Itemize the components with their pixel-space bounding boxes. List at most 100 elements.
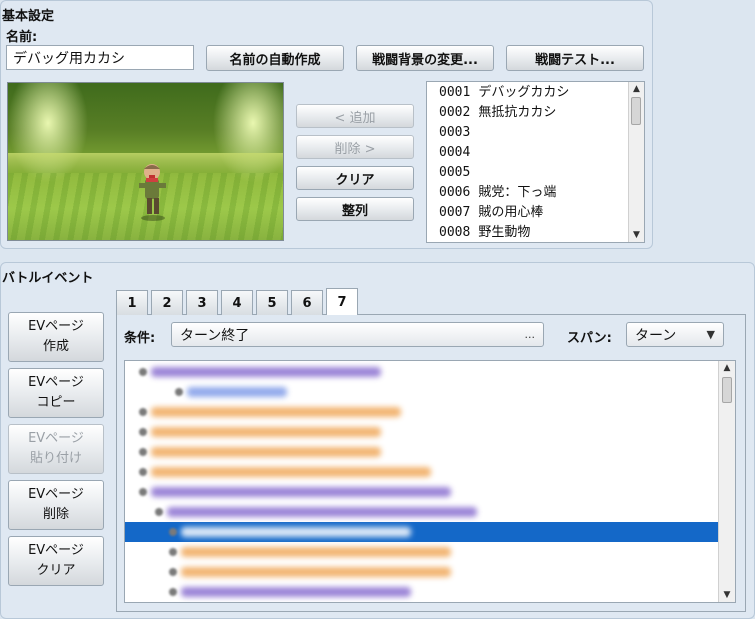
event-command-row[interactable] <box>125 442 721 462</box>
scroll-down-icon[interactable]: ▼ <box>629 228 644 242</box>
troop-id: 0006 <box>439 185 471 200</box>
obscured-command-text <box>181 527 411 537</box>
command-bullet-icon <box>139 448 147 456</box>
scroll-thumb[interactable] <box>722 377 732 403</box>
command-bullet-icon <box>139 468 147 476</box>
command-bullet-icon <box>169 588 177 596</box>
troop-list-item[interactable]: 0006 賊党：下っ端 <box>427 183 629 203</box>
obscured-command-text <box>151 407 401 417</box>
name-label: 名前: <box>6 30 38 45</box>
event-command-row[interactable] <box>125 562 721 582</box>
command-bullet-icon <box>169 528 177 536</box>
chevron-down-icon: ▼ <box>706 328 715 341</box>
button-label: 作成 <box>42 339 69 354</box>
troop-list-item[interactable]: 0008 野生動物 <box>427 223 629 242</box>
troop-name: 賊の用心棒 <box>478 205 544 220</box>
obscured-command-text <box>151 427 381 437</box>
button-label: クリア <box>36 563 76 578</box>
scroll-down-icon[interactable]: ▼ <box>719 588 735 602</box>
event-list-scrollbar[interactable]: ▲ ▼ <box>718 361 735 602</box>
tab-page-2[interactable]: 2 <box>151 290 183 315</box>
remove-member-button[interactable]: 削除 > <box>296 135 414 159</box>
command-bullet-icon <box>139 428 147 436</box>
ev-page-copy-button[interactable]: EVページ コピー <box>8 368 104 418</box>
button-label: EVページ <box>28 487 84 502</box>
add-member-button[interactable]: < 追加 <box>296 104 414 128</box>
command-bullet-icon <box>139 488 147 496</box>
event-command-row[interactable] <box>125 582 721 602</box>
tab-page-4[interactable]: 4 <box>221 290 253 315</box>
button-label: 貼り付け <box>29 451 82 466</box>
troop-list-item[interactable]: 0001 デバッグカカシ <box>427 83 629 103</box>
troop-list[interactable]: 0001 デバッグカカシ 0002 無抵抗カカシ 0003 0004 0005 00… <box>426 81 645 243</box>
troop-name: 賊党：下っ端 <box>478 185 557 200</box>
tab-page-3[interactable]: 3 <box>186 290 218 315</box>
button-label: EVページ <box>28 319 84 334</box>
troop-id: 0008 <box>439 225 471 240</box>
event-command-row[interactable] <box>125 542 721 562</box>
battle-event-title: バトルイベント <box>2 271 94 286</box>
ev-page-clear-button[interactable]: EVページ クリア <box>8 536 104 586</box>
event-command-row[interactable] <box>125 482 721 502</box>
condition-label: 条件: <box>124 331 156 346</box>
troop-preview-canvas[interactable] <box>7 82 284 241</box>
span-label: スパン: <box>567 331 612 346</box>
obscured-command-text <box>181 567 451 577</box>
troop-name: 野生動物 <box>478 225 531 240</box>
condition-value: ターン終了 <box>180 327 250 344</box>
ev-page-delete-button[interactable]: EVページ削除 <box>8 480 104 530</box>
scroll-up-icon[interactable]: ▲ <box>719 361 735 375</box>
troop-list-item[interactable]: 0007 賊の用心棒 <box>427 203 629 223</box>
tab-page-5[interactable]: 5 <box>256 290 288 315</box>
event-command-row[interactable] <box>125 522 721 542</box>
obscured-command-text <box>151 487 451 497</box>
troop-list-item[interactable]: 0003 <box>427 123 629 143</box>
troop-list-scrollbar[interactable]: ▲ ▼ <box>628 82 644 242</box>
button-label: EVページ <box>28 431 84 446</box>
obscured-command-text <box>167 507 477 517</box>
event-command-row[interactable] <box>125 462 721 482</box>
event-command-row[interactable] <box>125 422 721 442</box>
clear-members-button[interactable]: クリア <box>296 166 414 190</box>
obscured-command-text <box>151 447 381 457</box>
battle-test-button[interactable]: 戦闘テスト... <box>506 45 644 71</box>
event-command-row[interactable] <box>125 502 721 522</box>
event-command-row[interactable] <box>125 362 721 382</box>
button-label: 削除 <box>42 507 69 522</box>
change-battleback-button[interactable]: 戦闘背景の変更... <box>356 45 494 71</box>
scroll-up-icon[interactable]: ▲ <box>629 82 644 96</box>
ev-page-create-button[interactable]: EVページ作成 <box>8 312 104 362</box>
obscured-command-text <box>187 387 287 397</box>
event-command-row[interactable] <box>125 382 721 402</box>
span-value: ターン <box>635 327 677 344</box>
troop-list-item[interactable]: 0004 <box>427 143 629 163</box>
troop-id: 0001 <box>439 85 471 100</box>
obscured-command-text <box>151 467 431 477</box>
tab-page-1[interactable]: 1 <box>116 290 148 315</box>
tab-page-6[interactable]: 6 <box>291 290 323 315</box>
scroll-thumb[interactable] <box>631 97 641 125</box>
command-bullet-icon <box>139 368 147 376</box>
tab-page-7[interactable]: 7 <box>326 288 358 315</box>
command-bullet-icon <box>155 508 163 516</box>
troop-list-item[interactable]: 0005 <box>427 163 629 183</box>
name-input[interactable]: デバッグ用カカシ <box>6 45 194 70</box>
span-select[interactable]: ターン ▼ <box>626 322 724 347</box>
command-bullet-icon <box>139 408 147 416</box>
ev-page-paste-button[interactable]: EVページ貼り付け <box>8 424 104 474</box>
scarecrow-enemy-sprite[interactable] <box>133 161 173 221</box>
troop-name: 無抵抗カカシ <box>478 105 557 120</box>
obscured-command-text <box>181 587 411 597</box>
troop-id: 0002 <box>439 105 471 120</box>
auto-name-button[interactable]: 名前の自動作成 <box>206 45 344 71</box>
troop-id: 0005 <box>439 165 471 180</box>
condition-field[interactable]: ターン終了 ... <box>171 322 544 347</box>
command-bullet-icon <box>175 388 183 396</box>
align-members-button[interactable]: 整列 <box>296 197 414 221</box>
button-label: コピー <box>36 395 76 410</box>
troop-list-item[interactable]: 0002 無抵抗カカシ <box>427 103 629 123</box>
obscured-command-text <box>151 367 381 377</box>
obscured-command-text <box>181 547 451 557</box>
event-command-row[interactable] <box>125 402 721 422</box>
event-command-list[interactable]: ▲ ▼ <box>124 360 736 603</box>
